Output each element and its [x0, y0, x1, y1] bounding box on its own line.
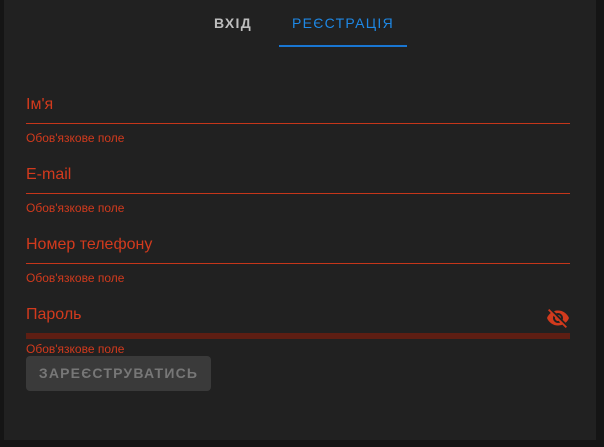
email-field-underline: [26, 193, 570, 194]
phone-field-error: Обов'язкове поле: [26, 271, 125, 285]
phone-field-label: Номер телефону: [26, 236, 153, 253]
tab-register[interactable]: РЕЄСТРАЦІЯ: [279, 0, 407, 48]
password-field-error: Обов'язкове поле: [26, 342, 125, 356]
auth-tabs: ВХІД РЕЄСТРАЦІЯ: [4, 0, 596, 48]
register-dialog: ВХІД РЕЄСТРАЦІЯ Ім'я Обов'язкове поле E-…: [4, 0, 596, 440]
password-field-underline: [26, 333, 570, 339]
password-field-label: Пароль: [26, 306, 82, 323]
eye-off-icon[interactable]: [546, 306, 570, 330]
email-field-label: E-mail: [26, 166, 72, 183]
phone-field-underline: [26, 263, 570, 264]
active-tab-indicator: [279, 45, 407, 47]
email-field[interactable]: E-mail Обов'язкове поле: [26, 166, 570, 216]
password-field[interactable]: Пароль Обов'язкове поле: [26, 306, 570, 356]
tab-login[interactable]: ВХІД: [188, 0, 278, 48]
name-field-error: Обов'язкове поле: [26, 131, 125, 145]
phone-field[interactable]: Номер телефону Обов'язкове поле: [26, 236, 570, 286]
name-field-label: Ім'я: [26, 96, 54, 113]
email-field-error: Обов'язкове поле: [26, 201, 125, 215]
name-field[interactable]: Ім'я Обов'язкове поле: [26, 96, 570, 146]
name-field-underline: [26, 123, 570, 124]
register-button[interactable]: ЗАРЕЄСТРУВАТИСЬ: [26, 356, 211, 391]
